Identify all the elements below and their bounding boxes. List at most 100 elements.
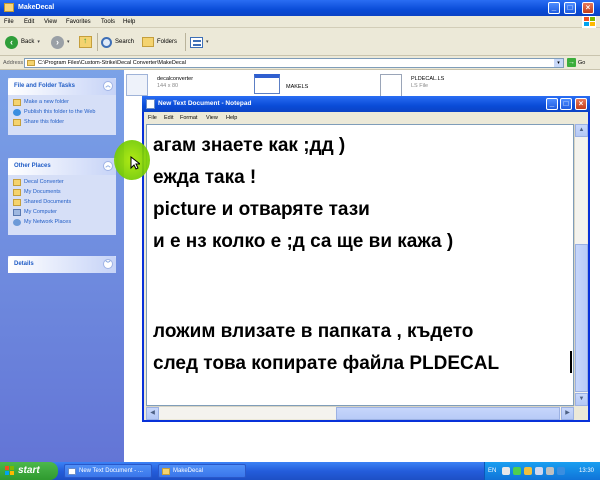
menu-file[interactable]: File [4,19,14,25]
place-my-network-places[interactable]: My Network Places [13,219,111,226]
close-button[interactable]: × [582,2,594,14]
panel-header[interactable]: File and Folder Tasks ︽ [8,78,116,95]
taskbar: start New Text Document - ... MakeDecal … [0,462,600,480]
document-icon[interactable] [380,74,402,98]
task-make-new-folder[interactable]: Make a new folder [13,99,111,106]
panel-header[interactable]: Other Places ︽ [8,158,116,175]
tray-icon[interactable] [535,467,543,475]
place-my-computer[interactable]: My Computer [13,209,111,216]
expand-icon[interactable]: ︾ [103,259,113,269]
collapse-icon[interactable]: ︽ [103,81,113,91]
scroll-thumb[interactable] [575,244,588,392]
taskbar-makedecal-button[interactable]: MakeDecal [158,464,246,478]
file-detail: LS File [411,83,429,89]
scroll-down-icon[interactable]: ▼ [575,393,588,406]
task-publish-web[interactable]: Publish this folder to the Web [13,109,111,116]
scroll-up-icon[interactable]: ▲ [575,124,588,137]
views-button[interactable]: ▾ [190,34,209,50]
place-shared-documents[interactable]: Shared Documents [13,199,111,206]
text-line: и е нз колко е ;д са ще ви кажа ) [153,231,454,252]
notepad-titlebar[interactable]: New Text Document - Notepad _ □ × [142,96,590,112]
start-button[interactable]: start [0,462,58,480]
file-folder-tasks-panel: File and Folder Tasks ︽ Make a new folde… [8,78,116,135]
go-label: Go [578,59,586,66]
place-my-documents[interactable]: My Documents [13,189,111,196]
task-label: Share this folder [24,119,65,125]
taskbar-button-label: MakeDecal [173,468,204,474]
taskbar-notepad-button[interactable]: New Text Document - ... [64,464,152,478]
place-decal-converter[interactable]: Decal Converter [13,179,111,186]
notepad-minimize-button[interactable]: _ [546,98,558,110]
place-label: My Documents [24,189,61,195]
maximize-button[interactable]: □ [564,2,576,14]
explorer-titlebar[interactable]: MakeDecal _ □ × [0,0,600,16]
back-button[interactable]: ‹ Back ▾ [5,34,40,50]
volume-icon[interactable] [546,467,554,475]
tray-icon[interactable] [524,467,532,475]
notepad-title: New Text Document - Notepad [158,100,252,107]
menu-tools[interactable]: Tools [101,19,115,25]
language-indicator[interactable]: EN [488,468,496,474]
file-item[interactable]: MAKELS [286,84,308,91]
share-folder-icon [13,119,21,126]
menu-format[interactable]: Format [180,115,197,121]
menu-help[interactable]: Help [123,19,135,25]
scroll-right-icon[interactable]: ▶ [561,407,574,420]
minimize-button[interactable]: _ [548,2,560,14]
menu-help[interactable]: Help [226,115,237,121]
clock: 13:30 [579,468,595,474]
views-icon [190,36,203,48]
search-button[interactable]: Search [101,34,134,50]
address-dropdown-icon[interactable]: ▾ [554,59,563,67]
task-share-folder[interactable]: Share this folder [13,119,111,126]
scroll-thumb[interactable] [336,407,560,420]
menu-edit[interactable]: Edit [24,19,34,25]
file-item[interactable]: PLDECAL.LS LS File [411,76,444,90]
windows-flag-icon [5,466,15,476]
menu-view[interactable]: View [206,115,218,121]
executable-icon[interactable] [254,74,280,94]
menu-file[interactable]: File [148,115,157,121]
place-label: My Network Places [24,219,72,225]
text-line: след това копирате файла PLDECAL [153,353,500,374]
text-line: агам знаете как ;дд ) [153,135,346,156]
panel-header[interactable]: Details ︾ [8,256,116,273]
image-file-icon[interactable] [126,74,148,96]
scroll-left-icon[interactable]: ◀ [146,407,159,420]
tray-icon[interactable] [502,467,510,475]
notepad-menubar: File Edit Format View Help [144,112,588,123]
network-icon[interactable] [557,467,565,475]
file-item[interactable]: decalconverter 144 x 80 [157,76,193,90]
notepad-close-button[interactable]: × [575,98,587,110]
back-label: Back [21,39,35,45]
folders-label: Folders [157,39,178,45]
task-pane: File and Folder Tasks ︽ Make a new folde… [0,70,124,462]
folders-icon [142,37,154,47]
windows-logo-icon [582,16,596,28]
folders-button[interactable]: Folders [142,34,177,50]
text-line: picture и отваряте тази [153,199,370,220]
collapse-icon[interactable]: ︽ [103,161,113,171]
horizontal-scrollbar[interactable]: ◀ ▶ [146,406,574,420]
address-field[interactable]: C:\Program Files\Custom-Strike\Decal Con… [24,58,564,68]
menu-view[interactable]: View [44,19,57,25]
menu-edit[interactable]: Edit [164,115,173,121]
other-places-panel: Other Places ︽ Decal Converter My Docume… [8,158,116,235]
tray-icon[interactable] [513,467,521,475]
notepad-window: New Text Document - Notepad _ □ × File E… [142,96,590,422]
notepad-maximize-button[interactable]: □ [560,98,572,110]
menu-favorites[interactable]: Favorites [66,19,91,25]
task-label: Make a new folder [24,99,69,105]
folder-icon [162,468,170,475]
notepad-text-area[interactable]: агам знаете как ;дд ) ежда така ! pictur… [146,124,574,406]
vertical-scrollbar[interactable]: ▲ ▼ [574,124,588,406]
up-folder-icon: ↑ [79,36,92,48]
address-bar: Address C:\Program Files\Custom-Strike\D… [0,56,600,70]
up-folder-button[interactable]: ↑ [79,34,92,50]
go-button[interactable]: → Go [567,58,585,67]
back-arrow-icon: ‹ [5,35,18,49]
forward-button[interactable]: › ▾ [51,34,70,50]
place-label: My Computer [24,209,58,215]
folder-icon [13,179,21,186]
documents-icon [13,189,21,196]
